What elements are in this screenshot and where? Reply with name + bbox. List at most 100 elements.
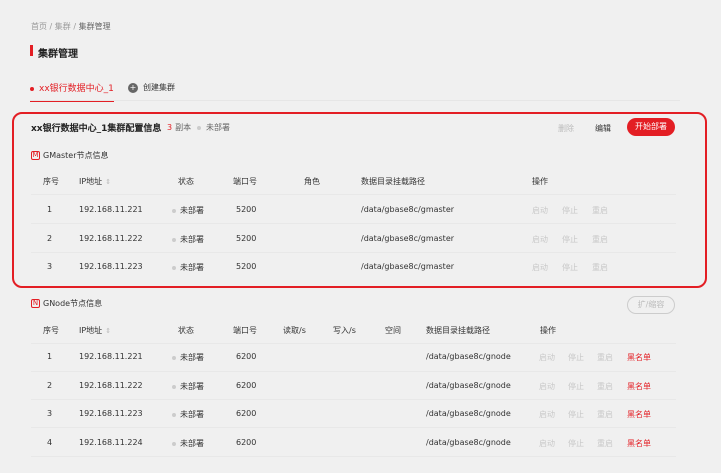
page-title: 集群管理: [38, 49, 78, 60]
cell-status-label: 未部署: [180, 353, 204, 362]
cell-index: 1: [47, 352, 53, 361]
col-header-status: 状态: [178, 177, 194, 186]
cluster-status-label: 未部署: [206, 123, 230, 132]
col-header-space: 空间: [385, 326, 401, 335]
cell-port: 6200: [236, 352, 257, 361]
breadcrumb-separator: /: [73, 22, 77, 31]
col-header-ip[interactable]: IP地址 ⇕: [79, 325, 111, 336]
col-header-index: 序号: [43, 326, 59, 335]
start-button[interactable]: 启动: [539, 438, 555, 449]
cell-ip: 192.168.11.222: [79, 381, 143, 390]
cell-ip: 192.168.11.221: [79, 352, 143, 361]
row-divider: [31, 456, 676, 457]
blacklist-button[interactable]: 黑名单: [627, 409, 651, 420]
restart-button[interactable]: 重启: [597, 438, 613, 449]
start-button[interactable]: 启动: [539, 409, 555, 420]
plus-icon: +: [128, 82, 138, 93]
col-header-role: 角色: [304, 177, 320, 186]
col-header-ip-label: IP地址: [79, 326, 103, 335]
tab-dot-icon: [30, 86, 34, 91]
sort-icon[interactable]: ⇕: [105, 178, 111, 186]
scale-button[interactable]: 扩/缩容: [627, 296, 675, 314]
cell-path: /data/gbase8c/gnode: [426, 438, 511, 447]
restart-button[interactable]: 重启: [597, 381, 613, 392]
breadcrumb-home[interactable]: 首页: [31, 22, 47, 31]
start-button[interactable]: 启动: [539, 352, 555, 363]
create-cluster-button[interactable]: + 创建集群: [128, 82, 175, 93]
cell-port: 5200: [236, 234, 257, 243]
cell-status-label: 未部署: [180, 235, 204, 244]
stop-button[interactable]: 停止: [562, 234, 578, 245]
status-dot-icon: [172, 384, 176, 389]
sort-icon[interactable]: ⇕: [105, 327, 111, 335]
replica-count: 3: [167, 123, 173, 132]
cell-port: 5200: [236, 205, 257, 214]
blacklist-button[interactable]: 黑名单: [627, 352, 651, 363]
start-button[interactable]: 启动: [532, 262, 548, 273]
stop-button[interactable]: 停止: [562, 205, 578, 216]
col-header-port: 端口号: [233, 177, 257, 186]
config-title: xx银行数据中心_1集群配置信息: [31, 124, 162, 134]
cell-index: 2: [47, 381, 53, 390]
col-header-read: 读取/s: [283, 326, 306, 335]
stop-button[interactable]: 停止: [562, 262, 578, 273]
restart-button[interactable]: 重启: [597, 409, 613, 420]
title-accent-bar: [30, 45, 33, 56]
restart-button[interactable]: 重启: [597, 352, 613, 363]
cell-status: 未部署: [172, 409, 204, 420]
col-header-path: 数据目录挂载路径: [426, 326, 490, 335]
status-dot-icon: [172, 237, 176, 242]
start-button[interactable]: 启动: [532, 205, 548, 216]
cell-ip: 192.168.11.223: [79, 262, 143, 271]
cell-port: 5200: [236, 262, 257, 271]
start-button[interactable]: 启动: [532, 234, 548, 245]
cell-index: 4: [47, 438, 53, 447]
restart-button[interactable]: 重启: [592, 234, 608, 245]
col-header-port: 端口号: [233, 326, 257, 335]
delete-button[interactable]: 删除: [558, 123, 574, 134]
blacklist-button[interactable]: 黑名单: [627, 381, 651, 392]
stop-button[interactable]: 停止: [568, 409, 584, 420]
cell-index: 3: [47, 409, 53, 418]
col-header-ops: 操作: [540, 326, 556, 335]
cell-status: 未部署: [172, 352, 204, 363]
cell-port: 6200: [236, 438, 257, 447]
stop-button[interactable]: 停止: [568, 438, 584, 449]
cell-path: /data/gbase8c/gnode: [426, 352, 511, 361]
restart-button[interactable]: 重启: [592, 205, 608, 216]
stop-button[interactable]: 停止: [568, 352, 584, 363]
row-divider: [31, 194, 676, 195]
cell-status-label: 未部署: [180, 263, 204, 272]
start-button[interactable]: 启动: [539, 381, 555, 392]
deploy-button[interactable]: 开始部署: [627, 118, 675, 136]
cell-index: 3: [47, 262, 53, 271]
col-header-ops: 操作: [532, 177, 548, 186]
edit-button[interactable]: 编辑: [595, 123, 611, 134]
row-divider: [31, 343, 676, 344]
status-dot-icon: [172, 265, 176, 270]
breadcrumb-cluster[interactable]: 集群: [55, 22, 71, 31]
breadcrumb-current: 集群管理: [78, 22, 111, 31]
gmaster-title-label: GMaster节点信息: [43, 151, 109, 160]
cell-port: 6200: [236, 409, 257, 418]
stop-button[interactable]: 停止: [568, 381, 584, 392]
cell-path: /data/gbase8c/gnode: [426, 381, 511, 390]
col-header-index: 序号: [43, 177, 59, 186]
row-divider: [31, 252, 676, 253]
cell-port: 6200: [236, 381, 257, 390]
row-divider: [31, 223, 676, 224]
cell-ip: 192.168.11.222: [79, 234, 143, 243]
col-header-ip[interactable]: IP地址 ⇕: [79, 176, 111, 187]
tab-cluster-active[interactable]: xx银行数据中心_1: [30, 81, 114, 102]
create-cluster-label: 创建集群: [143, 83, 175, 92]
cell-status: 未部署: [172, 438, 204, 449]
status-dot-icon: [172, 412, 176, 417]
blacklist-button[interactable]: 黑名单: [627, 438, 651, 449]
col-header-ip-label: IP地址: [79, 177, 103, 186]
status-dot-icon: [172, 355, 176, 360]
status-dot-icon: [197, 125, 201, 130]
restart-button[interactable]: 重启: [592, 262, 608, 273]
cell-ip: 192.168.11.221: [79, 205, 143, 214]
replica-label: 副本: [175, 123, 192, 132]
tab-divider: [30, 100, 680, 101]
